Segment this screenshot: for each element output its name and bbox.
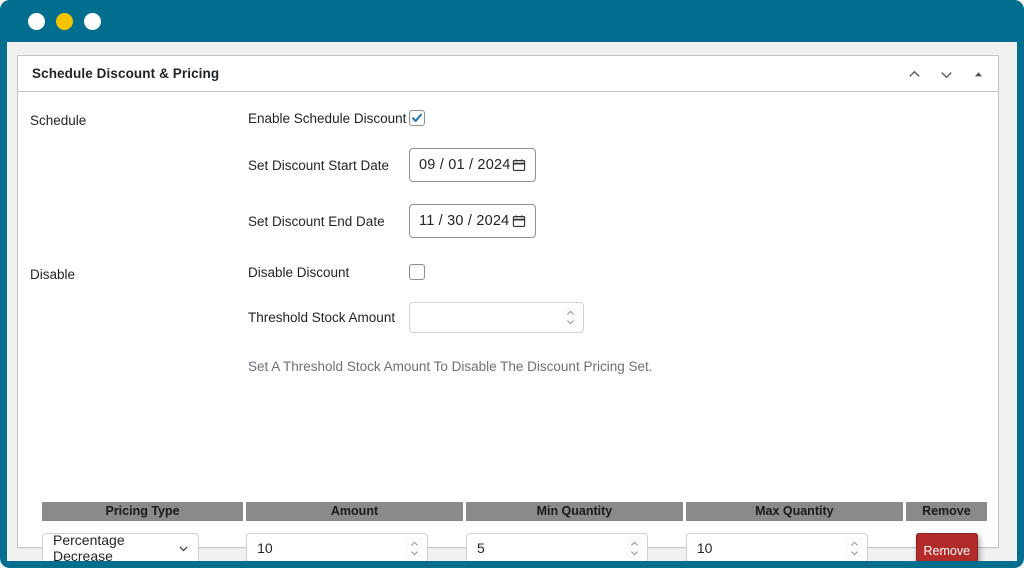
disable-section: Disable Disable Discount Threshold Stock… (18, 264, 998, 374)
browser-window: Schedule Discount & Pricing Schedule Ena… (0, 0, 1024, 568)
schedule-section-label: Schedule (30, 113, 87, 128)
enable-schedule-discount-label: Enable Schedule Discount (248, 110, 407, 126)
triangle-up-icon[interactable] (966, 62, 990, 86)
chevron-down-icon (177, 542, 190, 555)
enable-schedule-discount-row: Enable Schedule Discount (248, 110, 998, 126)
browser-titlebar (0, 0, 1024, 42)
min-quantity-cell: 5 (465, 533, 683, 561)
schedule-fields: Enable Schedule Discount Set Discount St… (248, 110, 998, 238)
column-header-max-quantity: Max Quantity (685, 502, 903, 521)
window-controls (28, 12, 101, 30)
pricing-type-cell: Percentage Decrease (42, 532, 243, 561)
remove-cell: Remove (906, 533, 987, 561)
window-close-dot[interactable] (28, 12, 45, 30)
panel-header: Schedule Discount & Pricing (18, 56, 998, 92)
remove-button[interactable]: Remove (915, 533, 978, 561)
amount-input[interactable]: 10 (246, 533, 429, 561)
pricing-type-select[interactable]: Percentage Decrease (42, 532, 199, 561)
max-quantity-cell: 10 (685, 533, 903, 561)
calendar-icon[interactable] (512, 214, 526, 228)
table-row: Percentage Decrease 10 5 10 Remove (42, 532, 987, 561)
min-quantity-value: 5 (476, 540, 485, 556)
disable-discount-row: Disable Discount (248, 264, 998, 280)
start-date-value: 09 / 01 / 2024 (419, 157, 511, 173)
end-date-input[interactable]: 11 / 30 / 2024 (409, 204, 536, 238)
threshold-stock-row: Threshold Stock Amount (248, 302, 998, 333)
enable-schedule-discount-checkbox[interactable] (409, 110, 425, 126)
end-date-row: Set Discount End Date 11 / 30 / 2024 (248, 204, 998, 238)
threshold-stock-label: Threshold Stock Amount (248, 310, 396, 325)
chevron-down-icon[interactable] (934, 62, 958, 86)
disable-fields: Disable Discount Threshold Stock Amount (248, 264, 998, 374)
number-spinner-icon[interactable] (845, 537, 863, 559)
window-minimize-dot[interactable] (56, 12, 73, 30)
calendar-icon[interactable] (512, 158, 526, 172)
start-date-row: Set Discount Start Date 09 / 01 / 2024 (248, 148, 998, 182)
page-title: Schedule Discount & Pricing (32, 66, 220, 81)
schedule-section: Schedule Enable Schedule Discount Set Di… (18, 110, 998, 238)
min-quantity-input[interactable]: 5 (465, 533, 648, 561)
schedule-discount-panel: Schedule Discount & Pricing Schedule Ena… (17, 55, 999, 561)
disable-section-label: Disable (30, 267, 76, 282)
window-maximize-dot[interactable] (84, 12, 101, 30)
panel-body: Schedule Enable Schedule Discount Set Di… (18, 92, 998, 561)
number-spinner-icon[interactable] (625, 537, 643, 559)
amount-value: 10 (257, 540, 273, 556)
disable-discount-label: Disable Discount (248, 264, 350, 280)
column-header-pricing-type: Pricing Type (42, 502, 244, 521)
end-date-value: 11 / 30 / 2024 (419, 213, 510, 229)
panel-controls (902, 56, 990, 92)
threshold-helper-text: Set A Threshold Stock Amount To Disable … (248, 359, 653, 374)
pricing-table-header-row: Pricing Type Amount Min Quantity Max Qua… (42, 502, 987, 521)
start-date-label: Set Discount Start Date (248, 157, 390, 173)
disable-discount-checkbox[interactable] (409, 264, 425, 280)
pricing-table: Pricing Type Amount Min Quantity Max Qua… (42, 502, 987, 561)
end-date-label: Set Discount End Date (248, 213, 385, 229)
page-viewport: Schedule Discount & Pricing Schedule Ena… (7, 42, 1017, 561)
max-quantity-input[interactable]: 10 (685, 533, 868, 561)
chevron-up-icon[interactable] (902, 62, 926, 86)
threshold-stock-input[interactable] (409, 302, 584, 333)
max-quantity-value: 10 (696, 540, 713, 556)
column-header-remove: Remove (905, 502, 987, 521)
column-header-amount: Amount (246, 502, 463, 521)
number-spinner-icon[interactable] (562, 306, 579, 329)
amount-cell: 10 (246, 533, 463, 561)
column-header-min-quantity: Min Quantity (465, 502, 683, 521)
pricing-type-value: Percentage Decrease (53, 532, 125, 561)
start-date-input[interactable]: 09 / 01 / 2024 (409, 148, 536, 182)
number-spinner-icon[interactable] (406, 537, 424, 559)
